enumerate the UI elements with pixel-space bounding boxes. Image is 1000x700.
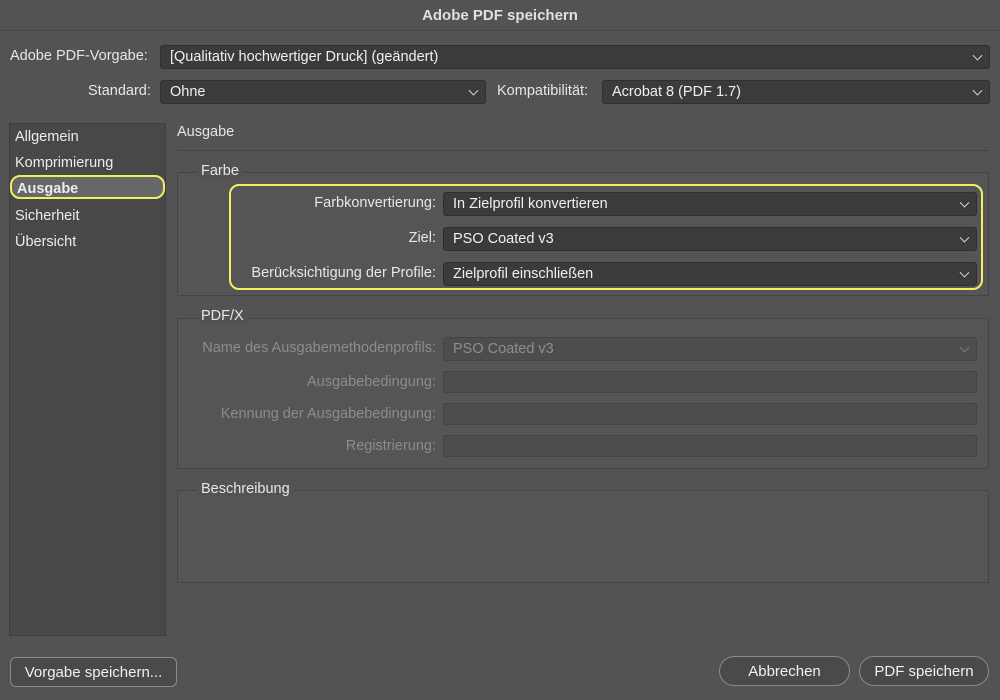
output-condition-field[interactable]	[443, 371, 977, 393]
chevron-down-icon	[468, 85, 479, 96]
output-profile-name-select[interactable]: PSO Coated v3	[443, 337, 977, 361]
standard-select-value: Ohne	[170, 84, 206, 100]
chevron-down-icon	[959, 342, 970, 353]
description-group	[177, 490, 989, 583]
registry-label: Registrierung:	[345, 438, 436, 454]
output-condition-label: Ausgabebedingung:	[306, 374, 436, 390]
panel-title: Ausgabe	[177, 124, 235, 140]
sidebar-item-ausgabe[interactable]: Ausgabe	[10, 175, 165, 199]
sidebar-item-uebersicht[interactable]: Übersicht	[15, 230, 76, 254]
output-condition-id-field[interactable]	[443, 403, 977, 425]
sidebar-item-sicherheit[interactable]: Sicherheit	[15, 204, 79, 228]
output-profile-name-value: PSO Coated v3	[453, 341, 554, 357]
panel-title-divider	[177, 150, 989, 151]
chevron-down-icon	[972, 50, 983, 61]
sidebar: Allgemein Komprimierung Ausgabe Sicherhe…	[9, 123, 166, 636]
sidebar-item-komprimierung[interactable]: Komprimierung	[15, 151, 113, 175]
preset-label: Adobe PDF-Vorgabe:	[10, 48, 148, 64]
standard-label: Standard:	[88, 83, 151, 99]
output-condition-id-label: Kennung der Ausgabebedingung:	[220, 406, 436, 422]
standard-select[interactable]: Ohne	[160, 80, 486, 104]
pdfx-group-title: PDF/X	[197, 308, 248, 324]
cancel-button[interactable]: Abbrechen	[719, 656, 850, 686]
save-preset-button[interactable]: Vorgabe speichern...	[10, 657, 177, 687]
output-profile-name-label: Name des Ausgabemethodenprofils:	[202, 340, 436, 356]
farbe-group-title: Farbe	[197, 163, 243, 179]
compat-select[interactable]: Acrobat 8 (PDF 1.7)	[602, 80, 990, 104]
window-title: Adobe PDF speichern	[0, 0, 1000, 31]
sidebar-item-allgemein[interactable]: Allgemein	[15, 125, 79, 149]
preset-select-value: [Qualitativ hochwertiger Druck] (geänder…	[170, 49, 439, 65]
save-pdf-button[interactable]: PDF speichern	[859, 656, 989, 686]
description-group-title: Beschreibung	[197, 481, 294, 497]
registry-field[interactable]	[443, 435, 977, 457]
chevron-down-icon	[972, 85, 983, 96]
preset-select[interactable]: [Qualitativ hochwertiger Druck] (geänder…	[160, 45, 990, 69]
farbe-highlight	[229, 184, 983, 290]
compat-label: Kompatibilität:	[497, 83, 589, 99]
compat-select-value: Acrobat 8 (PDF 1.7)	[612, 84, 741, 100]
